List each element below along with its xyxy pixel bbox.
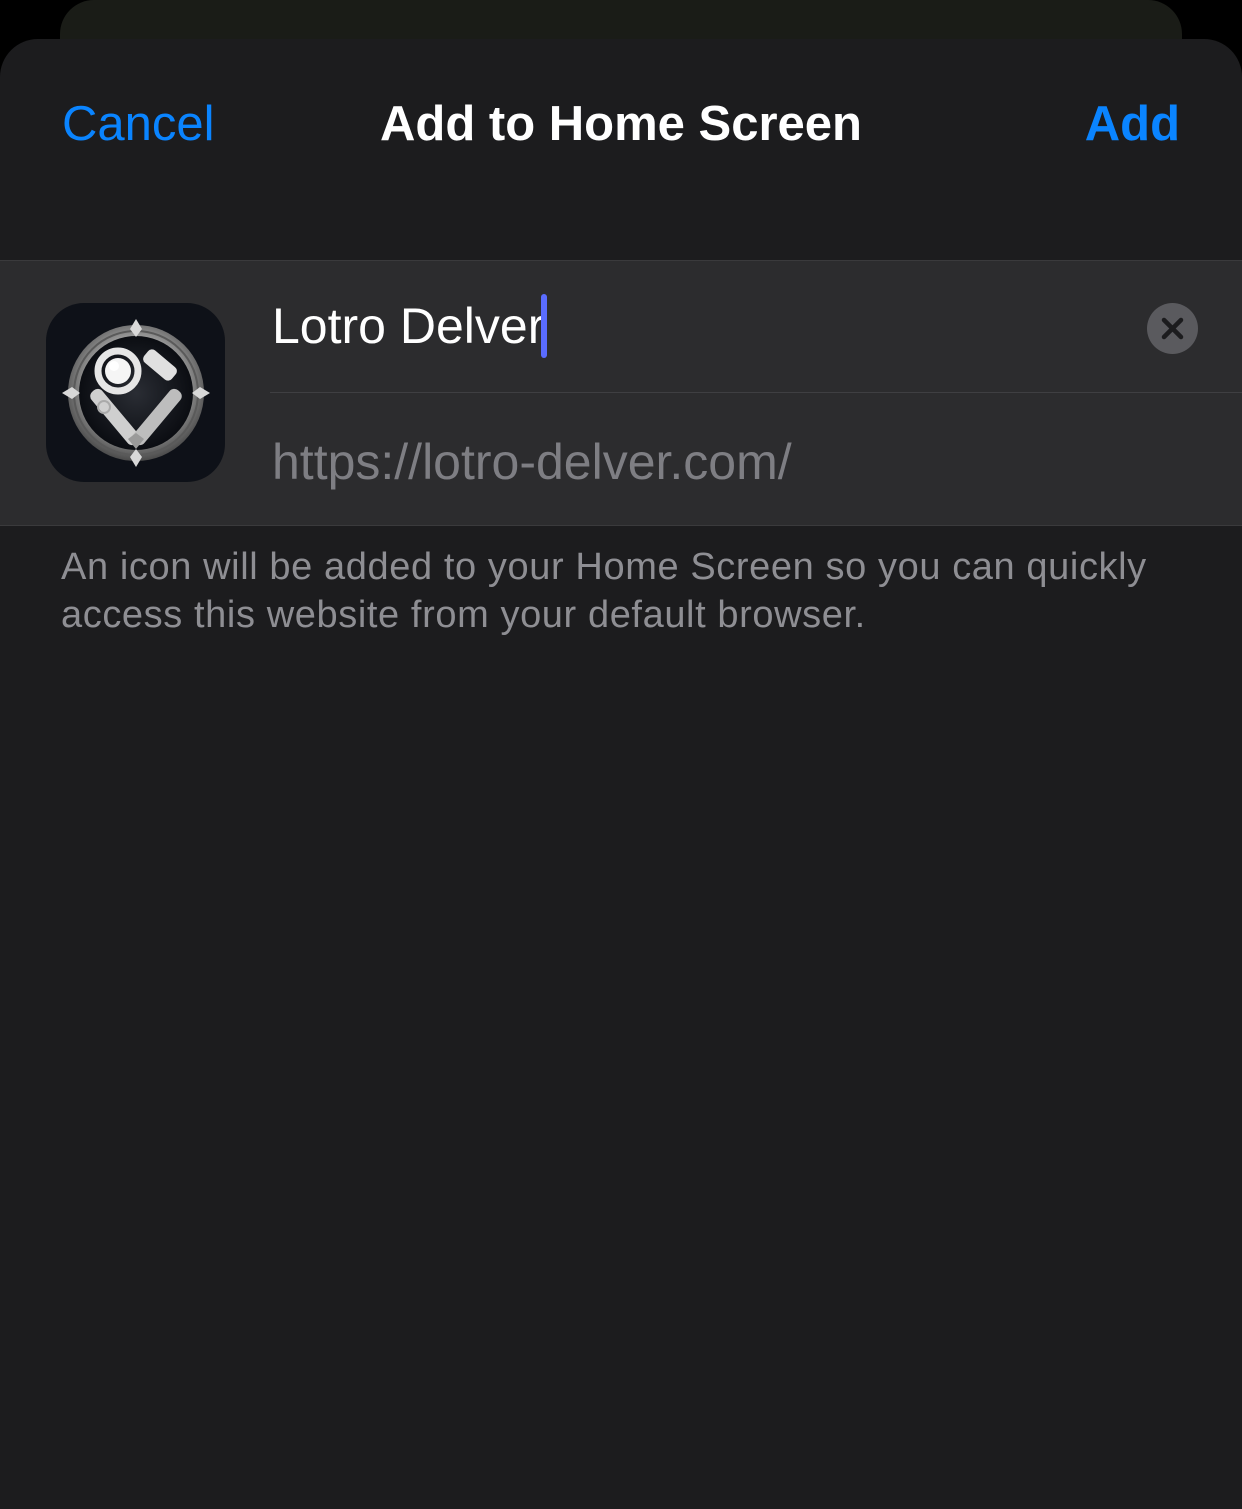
add-button[interactable]: Add <box>1085 94 1180 154</box>
sheet-title: Add to Home Screen <box>380 97 862 151</box>
bookmark-card: Lotro Delver https://lotro-delver.com/ <box>0 260 1242 526</box>
footer-description: An icon will be added to your Home Scree… <box>61 546 1147 636</box>
app-icon-graphic <box>62 319 210 467</box>
bookmark-name-text: Lotro Delver <box>272 298 545 354</box>
bookmark-url: https://lotro-delver.com/ <box>272 434 792 490</box>
text-cursor <box>541 293 548 358</box>
clear-text-button[interactable] <box>1147 303 1198 354</box>
lotro-delver-app-icon <box>46 303 225 482</box>
clear-x-icon <box>1161 317 1184 340</box>
field-divider <box>270 392 1242 393</box>
bookmark-name-field[interactable]: Lotro Delver <box>272 293 548 362</box>
